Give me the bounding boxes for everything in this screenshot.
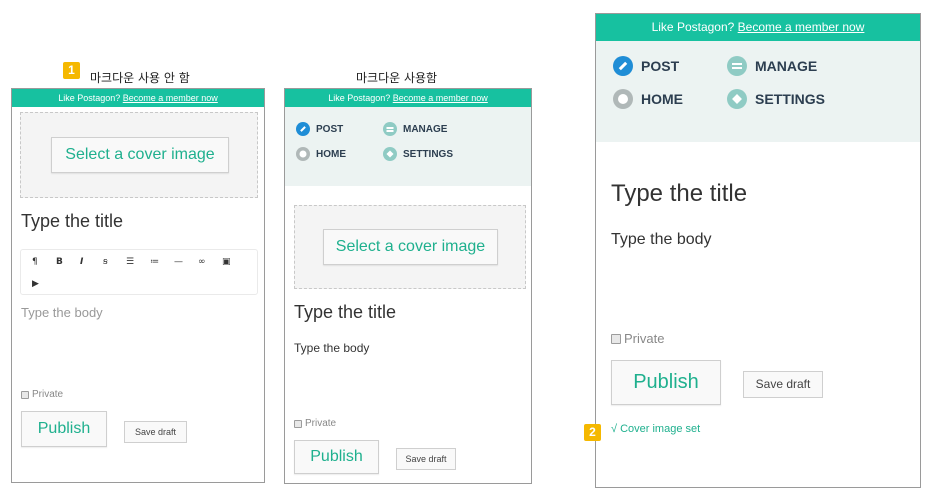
editor-panel-no-markdown: Like Postagon? Become a member now Selec… — [11, 88, 265, 483]
private-checkbox-row[interactable]: Private — [21, 389, 63, 400]
marker-2: 2 — [584, 424, 601, 441]
editor-panel-cover-set: Like Postagon? Become a member now POST … — [595, 13, 921, 488]
select-cover-image-button[interactable]: Select a cover image — [323, 229, 498, 265]
body-input[interactable]: Type the body — [294, 341, 369, 355]
menu-item-home[interactable]: HOME — [296, 147, 346, 161]
private-label: Private — [305, 418, 337, 429]
list-icon — [727, 56, 747, 76]
bold-icon[interactable]: B — [56, 257, 63, 267]
publish-button[interactable]: Publish — [21, 411, 107, 447]
home-icon — [613, 89, 633, 109]
cover-image-dropzone[interactable]: Select a cover image — [294, 205, 526, 289]
caption-no-markdown: 마크다운 사용 안 함 — [90, 71, 190, 85]
publish-button[interactable]: Publish — [611, 360, 721, 405]
menu-item-manage[interactable]: MANAGE — [383, 122, 447, 136]
horizontal-rule-icon[interactable]: — — [174, 257, 183, 267]
video-icon[interactable]: ▶ — [32, 279, 39, 289]
menu-label-settings: SETTINGS — [755, 91, 826, 107]
private-checkbox-row[interactable]: Private — [294, 418, 336, 429]
body-input[interactable]: Type the body — [611, 231, 712, 249]
menu-item-settings[interactable]: SETTINGS — [383, 147, 453, 161]
nav-menu: POST MANAGE HOME SETTINGS — [285, 107, 531, 186]
pencil-icon — [613, 56, 633, 76]
save-draft-button[interactable]: Save draft — [124, 421, 187, 443]
become-member-link[interactable]: Become a member now — [123, 93, 218, 103]
italic-icon[interactable]: I — [80, 257, 83, 267]
select-cover-image-button[interactable]: Select a cover image — [51, 137, 229, 173]
title-input[interactable]: Type the title — [611, 180, 747, 208]
strikethrough-icon[interactable]: ꞩ — [103, 257, 108, 267]
banner-prefix: Like Postagon? — [328, 93, 391, 103]
private-label: Private — [624, 331, 665, 346]
cover-image-set-status: √ Cover image set — [611, 423, 701, 435]
menu-label-home: HOME — [316, 148, 346, 160]
list-icon — [383, 122, 397, 136]
private-checkbox[interactable] — [294, 419, 302, 428]
editor-panel-markdown: Like Postagon? Become a member now POST … — [284, 88, 532, 484]
nav-menu: POST MANAGE HOME SETTINGS — [596, 41, 920, 142]
private-checkbox[interactable] — [611, 333, 621, 344]
menu-item-home[interactable]: HOME — [613, 89, 683, 109]
publish-button[interactable]: Publish — [294, 440, 379, 474]
banner-prefix: Like Postagon? — [651, 20, 735, 34]
menu-item-settings[interactable]: SETTINGS — [727, 89, 825, 109]
private-label: Private — [32, 389, 64, 400]
become-member-link[interactable]: Become a member now — [738, 20, 865, 34]
member-banner: Like Postagon? Become a member now — [596, 14, 920, 41]
menu-item-post[interactable]: POST — [613, 56, 679, 76]
private-checkbox[interactable] — [21, 390, 29, 399]
private-checkbox-row[interactable]: Private — [611, 331, 664, 346]
unordered-list-icon[interactable]: ☰ — [126, 257, 134, 267]
menu-label-post: POST — [641, 58, 680, 74]
home-icon — [296, 147, 310, 161]
pencil-icon — [296, 122, 310, 136]
menu-label-manage: MANAGE — [755, 58, 818, 74]
marker-1: 1 — [63, 62, 80, 79]
link-icon[interactable]: ∞ — [198, 257, 206, 267]
ordered-list-icon[interactable]: ≔ — [150, 257, 159, 267]
menu-label-settings: SETTINGS — [403, 148, 454, 160]
caption-markdown: 마크다운 사용함 — [356, 71, 438, 85]
settings-icon — [727, 89, 747, 109]
title-input[interactable]: Type the title — [21, 211, 123, 232]
menu-item-manage[interactable]: MANAGE — [727, 56, 817, 76]
save-draft-button[interactable]: Save draft — [743, 371, 823, 398]
title-input[interactable]: Type the title — [294, 302, 396, 323]
member-banner: Like Postagon? Become a member now — [12, 89, 264, 107]
menu-label-manage: MANAGE — [403, 123, 448, 135]
body-input[interactable]: Type the body — [21, 305, 103, 320]
image-icon[interactable]: ▣ — [222, 257, 231, 267]
cover-image-dropzone[interactable]: Select a cover image — [20, 112, 258, 198]
member-banner: Like Postagon? Become a member now — [285, 89, 531, 107]
menu-label-home: HOME — [641, 91, 683, 107]
banner-prefix: Like Postagon? — [58, 93, 121, 103]
menu-item-post[interactable]: POST — [296, 122, 343, 136]
settings-icon — [383, 147, 397, 161]
menu-label-post: POST — [316, 123, 344, 135]
become-member-link[interactable]: Become a member now — [393, 93, 488, 103]
markdown-toolbar: ¶ B I ꞩ ☰ ≔ — ∞ ▣ ▶ — [20, 249, 258, 295]
paragraph-icon[interactable]: ¶ — [32, 257, 38, 267]
save-draft-button[interactable]: Save draft — [396, 448, 456, 470]
